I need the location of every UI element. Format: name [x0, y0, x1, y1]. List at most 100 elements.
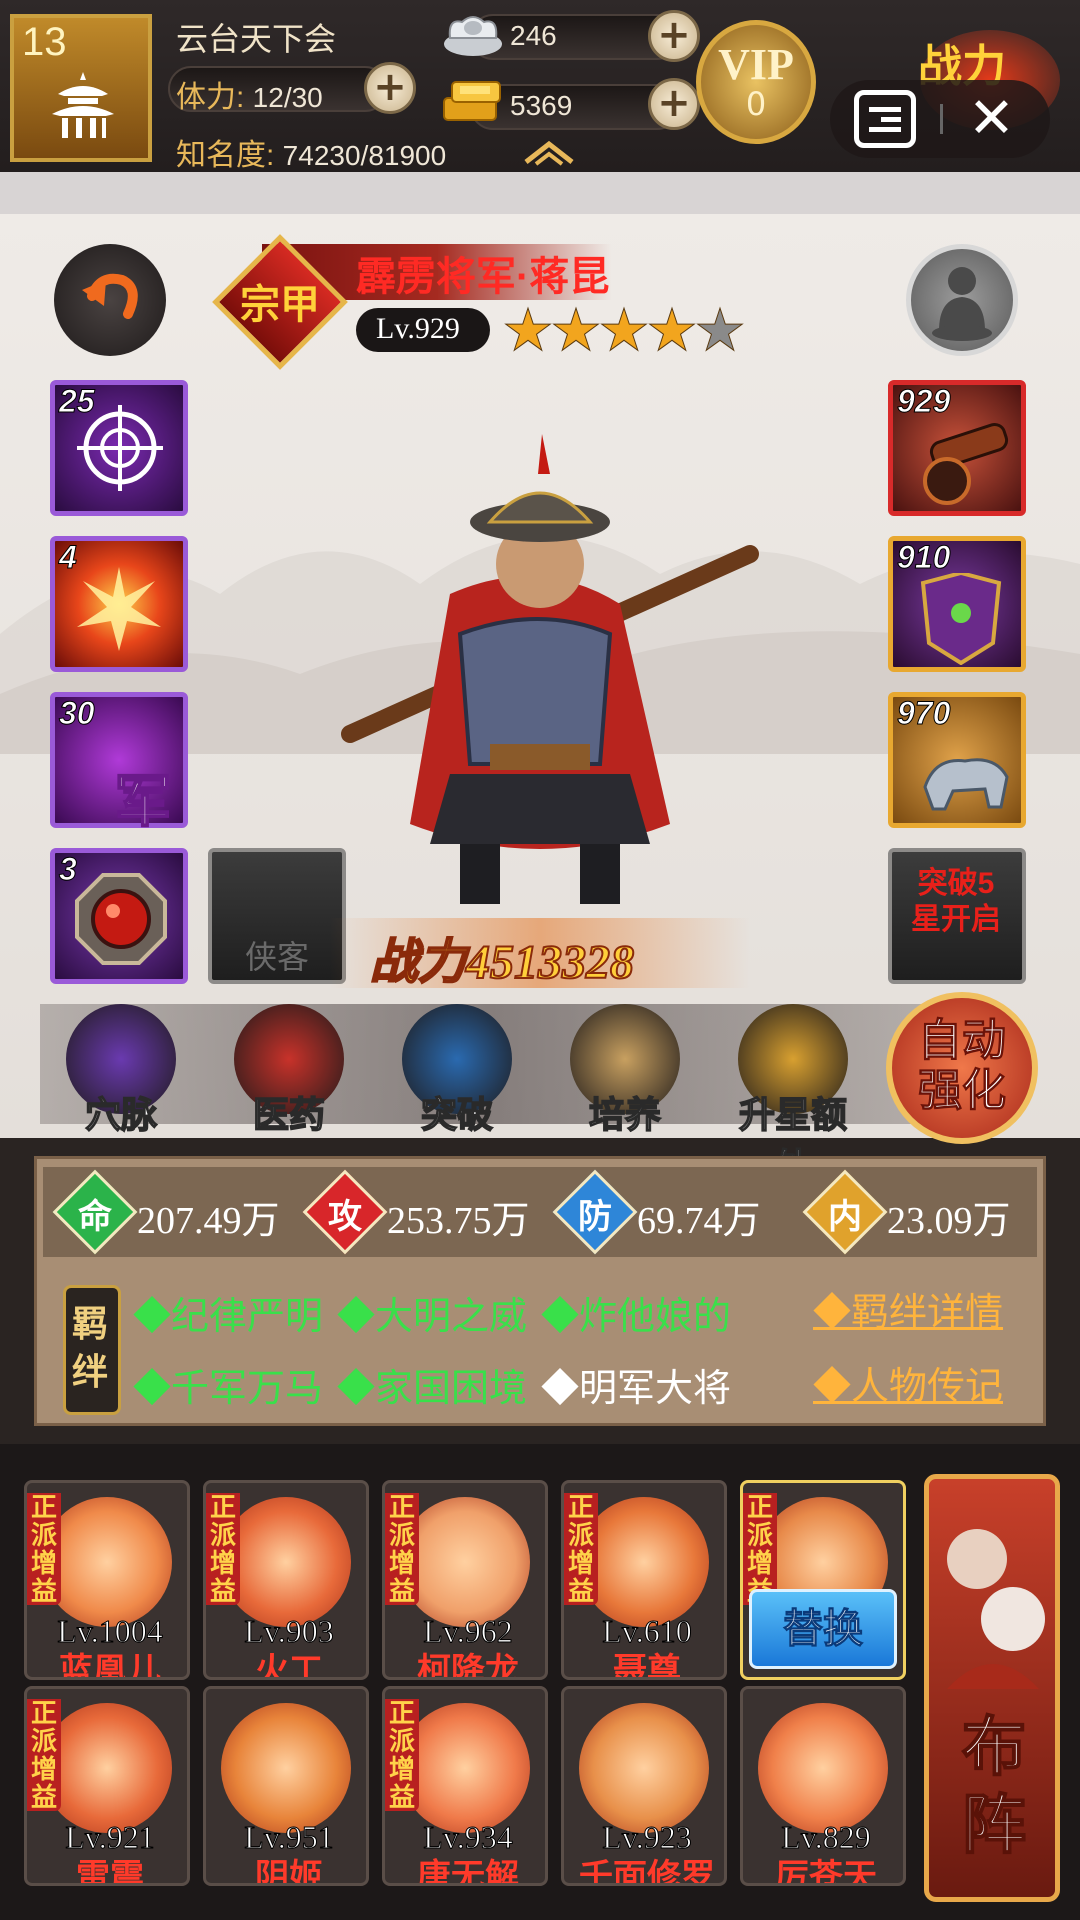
expand-chevron-icon[interactable]: [522, 138, 576, 166]
hero-name: 千面修罗: [579, 1858, 715, 1886]
stat-char: 攻: [328, 1199, 362, 1236]
hero-portrait: [400, 1703, 530, 1833]
power-value: 4513328: [465, 935, 635, 990]
stamina-row: 体力: 12/30: [176, 72, 323, 116]
equip-2-level: 910: [896, 539, 951, 576]
hero-name: 蓝凰儿: [59, 1652, 161, 1680]
cannon-icon: [923, 422, 1009, 505]
function-button-4[interactable]: 培养: [560, 1004, 690, 1138]
hero-name: 雷震: [76, 1858, 144, 1886]
function-label: 培养: [588, 1094, 662, 1136]
hero-portrait: [42, 1703, 172, 1833]
roster-hero-card[interactable]: Lv.923 千面修罗: [561, 1686, 727, 1886]
equip-slot-1[interactable]: 929: [888, 380, 1026, 516]
hero-name: 唐无解: [417, 1858, 519, 1886]
biography-link[interactable]: ◆人物传记: [813, 1355, 1003, 1410]
hero-level: Lv.929: [376, 312, 460, 345]
equip-1-level: 929: [896, 383, 951, 420]
stats-panel: 命 207.49万攻 253.75万防 69.74万内 23.09万 羁绊 ◆纪律严明 ◆…: [34, 1156, 1046, 1426]
bonds-label: 羁绊: [72, 1304, 109, 1392]
faction-bonus-tag: 正派增益: [564, 1493, 598, 1605]
function-button-2[interactable]: 医药: [224, 1004, 354, 1138]
close-icon[interactable]: ✕: [968, 80, 1015, 158]
fame-row: 知名度: 74230/81900: [176, 130, 446, 174]
formation-art: [947, 1529, 1045, 1689]
silver-beast-icon: [923, 758, 1009, 811]
skill-slot-2[interactable]: 4: [50, 536, 188, 672]
skill-slot-1[interactable]: 25: [50, 380, 188, 516]
stat-value: 69.74万: [637, 1200, 761, 1242]
roster-hero-card[interactable]: 正派增益替换: [740, 1480, 906, 1680]
roster-hero-card[interactable]: 正派增益 Lv.921 雷震: [24, 1686, 190, 1886]
roster-hero-card[interactable]: 正派增益 Lv.1004 蓝凰儿: [24, 1480, 190, 1680]
hero-portrait: [579, 1703, 709, 1833]
roster-hero-card[interactable]: Lv.951 阴姬: [203, 1686, 369, 1886]
bond-item: ◆千军万马: [133, 1368, 324, 1410]
silver-amount: 246: [510, 20, 557, 51]
auto-enhance-button[interactable]: 自动强化: [886, 992, 1038, 1144]
avatar-view-button[interactable]: [906, 244, 1018, 356]
stat-char: 命: [78, 1199, 112, 1236]
guild-name: 云台天下会: [176, 21, 337, 57]
function-button-1[interactable]: 穴脉: [56, 1004, 186, 1138]
bond-detail-link[interactable]: ◆羁绊详情: [813, 1281, 1003, 1336]
menu-icon[interactable]: [854, 90, 916, 148]
stamina-value: 12/30: [252, 82, 323, 113]
replace-button[interactable]: 替换: [749, 1589, 897, 1669]
roster-hero-card[interactable]: 正派增益 Lv.934 唐无解: [382, 1686, 548, 1886]
skill-3-level: 30: [59, 695, 96, 732]
locked-slot[interactable]: 突破5星开启: [888, 848, 1026, 984]
stat-value: 253.75万: [387, 1200, 530, 1242]
star-filled-icon: ★: [646, 296, 699, 364]
function-button-3[interactable]: 突破: [392, 1004, 522, 1138]
silver-ingot-icon: [444, 16, 502, 56]
add-gold-button[interactable]: +: [648, 78, 700, 130]
gold-ingot-icon: [443, 81, 501, 121]
star-empty-icon: ★: [694, 296, 747, 364]
equip-3-level: 970: [896, 695, 951, 732]
roster-hero-card[interactable]: Lv.829 厉苍天: [740, 1686, 906, 1886]
hero-portrait: [221, 1497, 351, 1627]
pagoda-icon: [52, 72, 114, 138]
roster-hero-card[interactable]: 正派增益 Lv.962 柯降龙: [382, 1480, 548, 1680]
hero-name: 厉苍天: [775, 1858, 877, 1886]
power-label: 战力: [369, 935, 467, 990]
add-stamina-button[interactable]: +: [364, 62, 416, 114]
fame-value: 74230/81900: [282, 140, 447, 171]
hero-portrait: [758, 1703, 888, 1833]
add-silver-button[interactable]: +: [648, 10, 700, 62]
red-orb-icon: [75, 873, 167, 965]
vip-label: VIP: [718, 40, 794, 89]
faction-bonus-tag: 正派增益: [385, 1699, 419, 1811]
hero-portrait: [400, 1497, 530, 1627]
faction-bonus-tag: 正派增益: [27, 1493, 61, 1605]
vip-level: 0: [745, 85, 767, 123]
army-icon: 军: [114, 771, 172, 835]
formation-label: 布阵: [961, 1711, 1027, 1862]
star-rating: ★★★★★: [502, 300, 747, 361]
function-label: 突破: [420, 1094, 494, 1136]
hero-character: [341, 434, 759, 904]
function-label: 穴脉: [84, 1094, 158, 1136]
fame-label: 知名度:: [176, 139, 283, 172]
hero-portrait: [579, 1497, 709, 1627]
player-level-badge[interactable]: 13: [10, 14, 152, 162]
vip-badge[interactable]: VIP 0: [696, 20, 816, 144]
skill-slot-4[interactable]: 3: [50, 848, 188, 984]
bond-item: ◆家国困境: [337, 1368, 528, 1410]
auto-enhance-label: 自动强化: [918, 1016, 1007, 1116]
bonds-row-1: ◆纪律严明 ◆大明之威 ◆炸他娘的: [133, 1285, 745, 1340]
hero-name: 聂尊: [613, 1652, 681, 1680]
target-icon: [77, 405, 163, 491]
bond-item: ◆大明之威: [337, 1296, 528, 1338]
back-button[interactable]: [54, 244, 166, 356]
formation-button[interactable]: 布阵: [924, 1474, 1060, 1902]
hero-title: 霹雳将军·蒋昆: [356, 255, 610, 299]
menu-capsule: ✕: [830, 80, 1050, 158]
skill-slot-3[interactable]: 30 军: [50, 692, 188, 835]
equip-slot-3[interactable]: 970: [888, 692, 1026, 828]
equip-slot-2[interactable]: 910: [888, 536, 1026, 672]
roster-hero-card[interactable]: 正派增益 Lv.610 聂尊: [561, 1480, 727, 1680]
roster-hero-card[interactable]: 正派增益 Lv.903 火工: [203, 1480, 369, 1680]
armor-icon: [920, 573, 1002, 665]
